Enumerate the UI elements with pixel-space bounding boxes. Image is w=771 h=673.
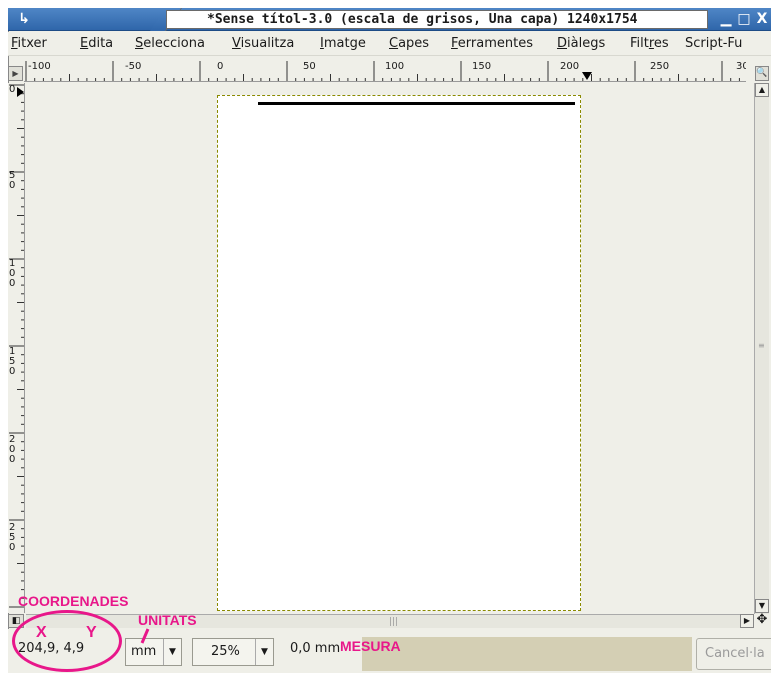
annotation-coordenades: COORDENADES <box>18 593 129 609</box>
ruler-label: 100 <box>9 258 16 289</box>
ruler-pointer-icon <box>582 72 592 80</box>
vertical-scrollbar[interactable]: ▲ ≡ ▼ <box>754 83 769 614</box>
measure-readout: 0,0 mm <box>290 641 341 656</box>
window-title: *Sense títol-3.0 (escala de grisos, Una … <box>166 10 708 29</box>
menu-script-fu[interactable]: Script-Fu <box>685 36 742 51</box>
chevron-down-icon[interactable]: ▼ <box>163 639 181 665</box>
maximize-icon[interactable]: □ <box>735 10 753 28</box>
chevron-down-icon[interactable]: ▼ <box>255 639 273 665</box>
menu-edita[interactable]: Edita <box>80 36 113 51</box>
menu-selecciona[interactable]: Selecciona <box>135 36 205 51</box>
ruler-label: 50 <box>9 170 16 191</box>
annotation-y: Y <box>86 624 97 641</box>
ruler-label: 150 <box>472 61 492 72</box>
menu-filtres[interactable]: Filtres <box>630 36 669 51</box>
ruler-pointer-icon <box>17 87 24 97</box>
page-line <box>258 102 575 105</box>
unit-value: mm <box>131 644 157 659</box>
annotation-unitats: UNITATS <box>138 612 197 628</box>
window-menu-icon[interactable]: ↳ <box>11 10 37 28</box>
title-bar[interactable]: ↳ *Sense títol-3.0 (escala de grisos, Un… <box>8 8 771 31</box>
ruler-label: 200 <box>9 434 16 465</box>
ruler-label: 0 <box>9 84 16 95</box>
vertical-ruler[interactable]: 0 50 100 150 200 250 <box>8 83 25 613</box>
ruler-label: 100 <box>385 61 405 72</box>
ruler-label: 250 <box>9 522 16 553</box>
annotation-pointer <box>140 628 150 644</box>
close-icon[interactable]: X <box>753 10 771 28</box>
ruler-label: 0 <box>217 61 224 72</box>
ruler-label: -100 <box>28 61 51 72</box>
minimize-icon[interactable]: ▁ <box>717 10 735 28</box>
annotation-ellipse <box>12 610 122 672</box>
ruler-label: 50 <box>303 61 316 72</box>
image-page[interactable] <box>217 95 581 611</box>
zoom-select[interactable]: 25% ▼ <box>192 638 274 666</box>
menu-dialegs[interactable]: Diàlegs <box>557 36 605 51</box>
ruler-label: -50 <box>125 61 142 72</box>
menu-fitxer[interactable]: Fitxer <box>11 36 47 51</box>
menu-visualitza[interactable]: Visualitza <box>232 36 294 51</box>
status-area <box>362 637 692 671</box>
annotation-x: X <box>36 624 47 641</box>
menu-imatge[interactable]: Imatge <box>320 36 366 51</box>
scroll-down-icon[interactable]: ▼ <box>755 599 769 613</box>
ruler-label: 200 <box>560 61 580 72</box>
move-icon[interactable]: ✥ <box>755 613 769 628</box>
scroll-right-icon[interactable]: ▶ <box>740 614 754 628</box>
horizontal-scrollbar[interactable]: ||| <box>26 614 754 628</box>
ruler-label: 150 <box>9 346 16 377</box>
scroll-up-icon[interactable]: ▲ <box>755 83 769 97</box>
zoom-icon[interactable]: 🔍 <box>755 66 769 81</box>
unit-select[interactable]: mm ▼ <box>125 638 182 666</box>
cancel-button[interactable]: Cancel·la <box>696 638 771 670</box>
ruler-label: 250 <box>650 61 670 72</box>
ruler-label: 300 <box>736 61 746 72</box>
menu-ferramentes[interactable]: Ferramentes <box>451 36 533 51</box>
image-canvas[interactable] <box>26 83 746 613</box>
horizontal-ruler[interactable]: -100 -50 0 50 100 150 200 250 300 <box>24 60 746 82</box>
menu-bar: Fitxer Edita Selecciona Visualitza Imatg… <box>8 32 771 56</box>
annotation-mesura: MESURA <box>340 638 401 654</box>
menu-capes[interactable]: Capes <box>389 36 429 51</box>
scroll-grip[interactable]: ||| <box>389 615 398 629</box>
scroll-grip[interactable]: ≡ <box>758 341 765 350</box>
zoom-value: 25% <box>211 644 240 659</box>
navigate-icon[interactable]: ▶ <box>8 66 23 81</box>
